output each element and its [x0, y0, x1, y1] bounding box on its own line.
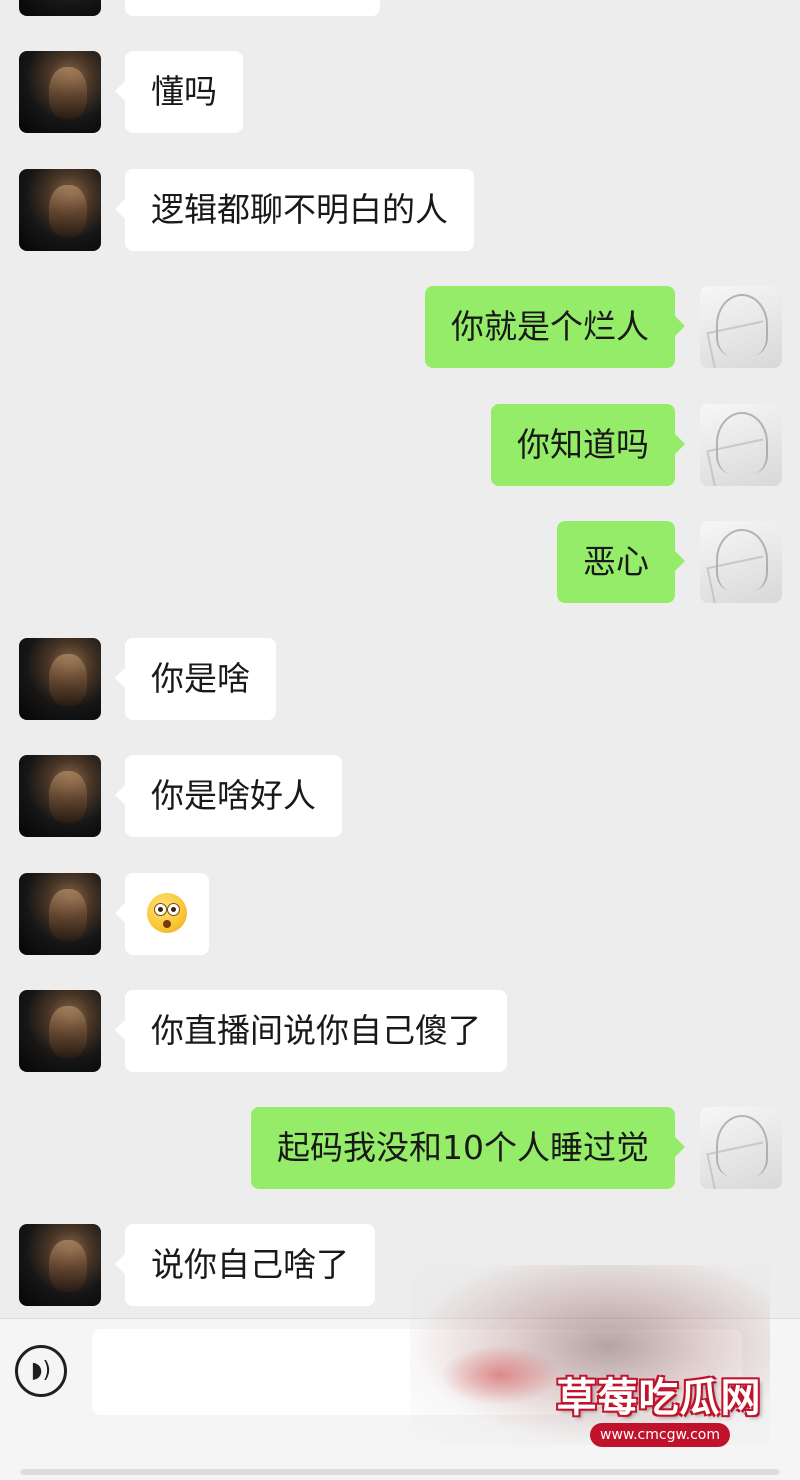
message-bubble[interactable]: 你就是个烂人 — [425, 286, 685, 368]
message-row: 你就是个烂人 — [0, 286, 800, 370]
watermark-url: www.cmcgw.com — [590, 1423, 730, 1447]
message-bubble[interactable]: 说你自己啥了 — [115, 1224, 375, 1306]
blurred-region — [440, 1345, 560, 1405]
self-avatar[interactable] — [700, 521, 782, 603]
message-row — [0, 873, 800, 957]
message-row: 你知道吗 — [0, 404, 800, 488]
message-row: 你是啥好人 — [0, 755, 800, 839]
message-bubble-partial[interactable] — [125, 0, 380, 16]
message-bubble[interactable]: 你是啥 — [115, 638, 276, 720]
contact-avatar[interactable] — [19, 638, 101, 720]
message-row: 你直播间说你自己傻了 — [0, 990, 800, 1074]
message-bubble[interactable]: 你是啥好人 — [115, 755, 342, 837]
contact-avatar[interactable] — [19, 755, 101, 837]
message-bubble[interactable]: 懂吗 — [115, 51, 243, 133]
message-bubble[interactable]: 逻辑都聊不明白的人 — [115, 169, 474, 251]
voice-mode-icon[interactable]: ◗) — [15, 1345, 67, 1397]
message-row: 你是啥 — [0, 638, 800, 722]
message-bubble[interactable]: 起码我没和10个人睡过觉 — [251, 1107, 685, 1189]
home-indicator — [20, 1469, 780, 1475]
message-bubble[interactable]: 你直播间说你自己傻了 — [115, 990, 507, 1072]
message-bubble[interactable]: 恶心 — [557, 521, 685, 603]
message-row: 逻辑都聊不明白的人 — [0, 169, 800, 253]
message-row: 起码我没和10个人睡过觉 — [0, 1107, 800, 1191]
watermark-title: 草莓吃瓜网 — [556, 1375, 762, 1421]
message-bubble[interactable]: 你知道吗 — [491, 404, 685, 486]
self-avatar[interactable] — [700, 286, 782, 368]
flushed-face-emoji-icon — [147, 892, 187, 933]
message-row: 恶心 — [0, 521, 800, 605]
contact-avatar[interactable] — [19, 990, 101, 1072]
contact-avatar[interactable] — [19, 1224, 101, 1306]
message-bubble-emoji[interactable] — [115, 873, 209, 955]
self-avatar[interactable] — [700, 404, 782, 486]
contact-avatar[interactable] — [19, 51, 101, 133]
message-row: 懂吗 — [0, 51, 800, 135]
contact-avatar[interactable] — [19, 873, 101, 955]
self-avatar[interactable] — [700, 1107, 782, 1189]
contact-avatar[interactable] — [19, 0, 101, 16]
contact-avatar[interactable] — [19, 169, 101, 251]
watermark-logo: 草莓吃瓜网 www.cmcgw.com — [548, 1365, 770, 1457]
